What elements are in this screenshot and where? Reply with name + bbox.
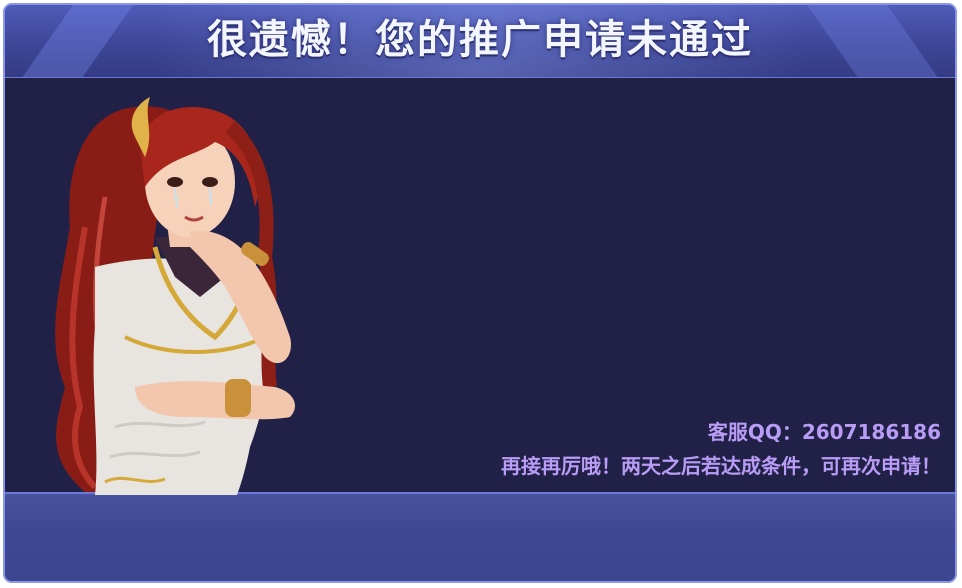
dialog-header: 很遗憾！您的推广申请未通过: [5, 5, 955, 78]
info-text-block: 客服QQ：2607186186 再接再厉哦！两天之后若达成条件，可再次申请！: [501, 415, 941, 483]
rejection-dialog: 很遗憾！您的推广申请未通过 客服QQ：2607186186 再接再厉哦！两天之后…: [3, 3, 957, 583]
reapply-message: 再接再厉哦！两天之后若达成条件，可再次申请！: [501, 454, 941, 478]
crying-woman-illustration-icon: [55, 97, 295, 495]
dialog-footer: [5, 492, 955, 581]
dialog-title: 很遗憾！您的推广申请未通过: [207, 17, 753, 63]
service-qq-text: 客服QQ：2607186186: [707, 420, 941, 444]
